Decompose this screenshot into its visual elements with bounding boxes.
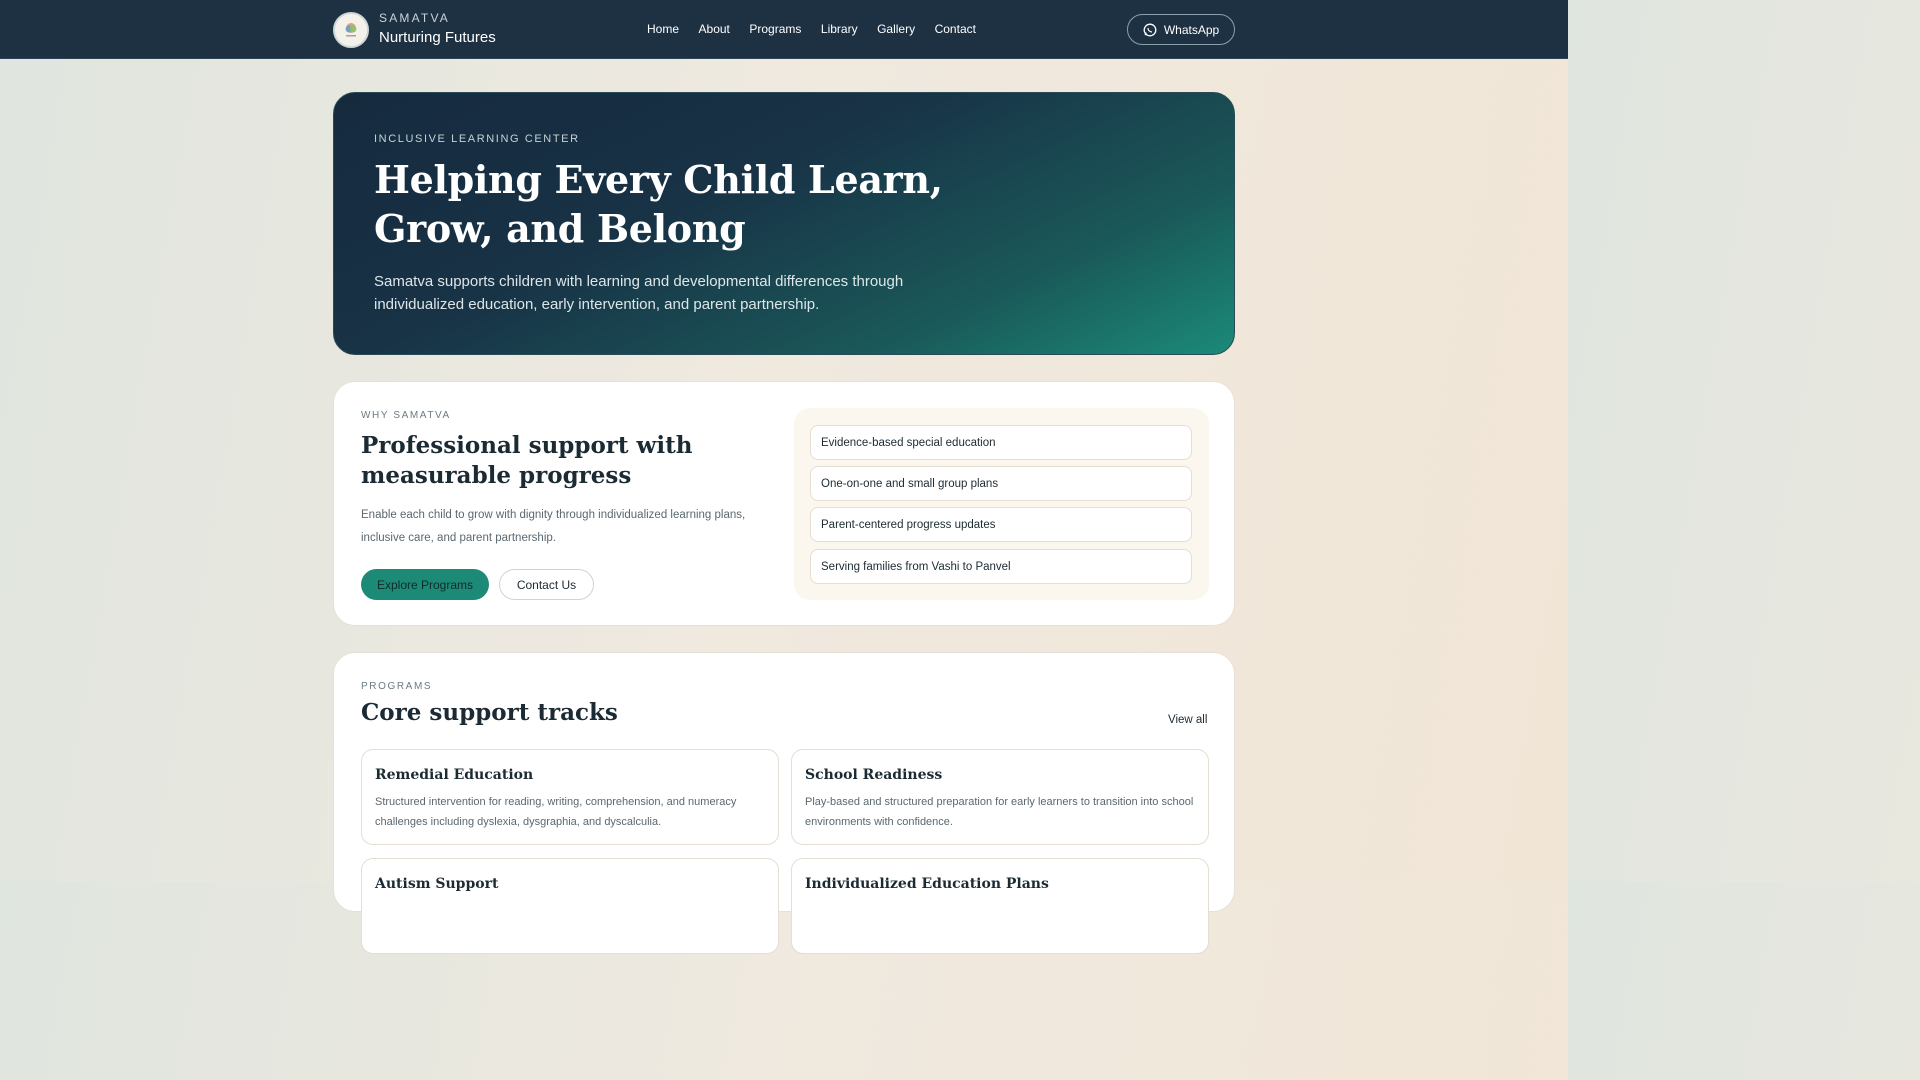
why-title: Professional support with measurable pro… — [361, 432, 693, 489]
nav-link-gallery[interactable]: Gallery — [877, 21, 915, 37]
feature-item: One-on-one and small group plans — [810, 466, 1192, 501]
why-body: Enable each child to grow with dignity t… — [361, 509, 746, 544]
whatsapp-label: WhatsApp — [1163, 22, 1220, 37]
nav-links: Home About Programs Library Gallery Cont… — [647, 21, 995, 37]
explore-programs-button[interactable]: Explore Programs — [361, 569, 489, 600]
nav-link-about[interactable]: About — [699, 21, 730, 37]
programs-section: PROGRAMS Core support tracks View all Re… — [333, 652, 1235, 954]
hero-subtitle: Samatva supports children with learning … — [374, 273, 904, 313]
hero-banner: INCLUSIVE LEARNING CENTER Helping Every … — [333, 92, 1235, 355]
brand-eyebrow: SAMATVA — [379, 11, 450, 25]
nav-link-library[interactable]: Library — [821, 21, 858, 37]
program-card-description: Play-based and structured preparation fo… — [805, 796, 1194, 828]
why-section: WHY SAMATVA Professional support with me… — [333, 381, 1235, 626]
feature-item: Evidence-based special education — [810, 425, 1192, 460]
program-card-title: School Readiness — [805, 767, 943, 783]
program-card-autism-support[interactable]: Autism Support — [361, 858, 779, 954]
feature-list: Evidence-based special education One-on-… — [794, 408, 1209, 600]
program-card-title: Individualized Education Plans — [805, 876, 1049, 892]
program-card-title: Autism Support — [375, 876, 499, 892]
contact-us-button[interactable]: Contact Us — [499, 569, 594, 600]
brand-name: Nurturing Futures — [379, 29, 496, 46]
top-navigation-bar: SAMATVA Nurturing Futures Home About Pro… — [0, 0, 1568, 59]
whatsapp-icon — [1143, 23, 1157, 36]
program-card-remedial-education[interactable]: Remedial Education Structured interventi… — [361, 749, 779, 845]
why-eyebrow: WHY SAMATVA — [361, 410, 451, 421]
program-card-description: Structured intervention for reading, wri… — [375, 796, 737, 828]
program-card-individualized-education-plans[interactable]: Individualized Education Plans — [791, 858, 1209, 954]
whatsapp-button[interactable]: WhatsApp — [1127, 14, 1235, 45]
view-all-link[interactable]: View all — [1168, 714, 1207, 726]
nav-link-contact[interactable]: Contact — [935, 21, 976, 37]
feature-item: Parent-centered progress updates — [810, 507, 1192, 542]
programs-eyebrow: PROGRAMS — [361, 681, 433, 692]
nav-link-programs[interactable]: Programs — [749, 21, 801, 37]
hero-eyebrow: INCLUSIVE LEARNING CENTER — [374, 133, 580, 145]
nav-link-home[interactable]: Home — [647, 21, 679, 37]
feature-item: Serving families from Vashi to Panvel — [810, 549, 1192, 584]
programs-title: Core support tracks — [361, 699, 618, 726]
program-card-school-readiness[interactable]: School Readiness Play-based and structur… — [791, 749, 1209, 845]
program-card-title: Remedial Education — [375, 767, 534, 783]
brand[interactable]: SAMATVA Nurturing Futures — [333, 11, 496, 49]
hero-title: Helping Every Child Learn, Grow, and Bel… — [374, 157, 943, 251]
logo-icon — [333, 12, 369, 48]
